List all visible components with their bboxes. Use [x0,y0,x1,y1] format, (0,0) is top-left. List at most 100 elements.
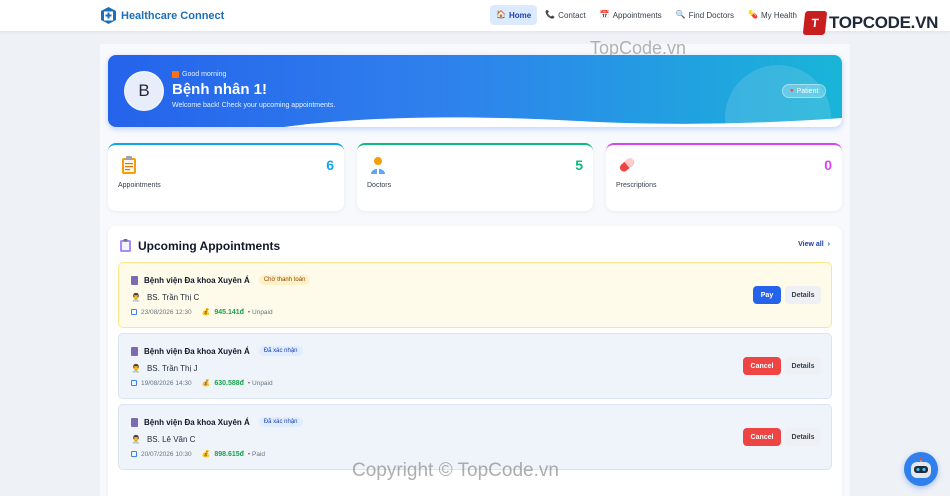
appointment-doctor: 👨‍⚕️ BS. Lê Văn C [131,435,195,444]
stat-card-doctors[interactable]: Doctors 5 [357,143,593,211]
appointment-doctor: 👨‍⚕️ BS. Trần Thị J [131,364,198,373]
stat-value: 5 [575,157,583,173]
stat-card-appointments[interactable]: Appointments 6 [108,143,344,211]
welcome-hero: B Good morning Bệnh nhân 1! Welcome back… [108,55,842,127]
hospital-icon [131,417,138,427]
view-all-link[interactable]: View all › [798,241,830,248]
appointment-meta: 20/07/2026 10:30 💰 898.615đ • Paid [131,450,265,458]
doctor-name: BS. Lê Văn C [146,435,196,444]
appointment-hospital: Bệnh viện Đa khoa Xuyên Á Đã xác nhận [131,417,303,427]
top-navbar: Healthcare Connect 🏠 Home 📞 Contact 📅 Ap… [0,0,950,35]
pay-button[interactable]: Pay [753,286,781,304]
watermark-copyright: Copyright © TopCode.vn [352,460,559,481]
section-title: Upcoming Appointments [138,239,281,253]
doctor-name: BS. Trần Thị J [146,364,198,373]
nav-find-doctors[interactable]: 🔍 Find Doctors [670,5,740,25]
status-badge: Đã xác nhận [258,417,303,427]
nav-contact-label: Contact [558,10,586,20]
stat-label: Doctors [367,182,392,189]
pill-icon [618,156,636,174]
details-button[interactable]: Details [785,428,821,446]
payment-status: • Unpaid [247,379,273,387]
doctor-name: BS. Trần Thị C [146,293,200,302]
nav-contact[interactable]: 📞 Contact [539,5,592,25]
topcode-shield-icon: T [802,11,828,35]
calendar-icon [131,309,137,315]
hospital-name: Bệnh viện Đa khoa Xuyên Á [144,275,250,285]
appointment-card[interactable]: Bệnh viện Đa khoa Xuyên Á Đã xác nhận 👨‍… [118,333,832,399]
chatbot-button[interactable] [904,452,938,486]
clipboard-icon [120,156,138,174]
money-bag-icon: 💰 [201,309,211,316]
greeting: Good morning [172,71,226,78]
doctor-icon: 👨‍⚕️ [131,364,141,373]
role-badge: ● Patient [782,84,827,98]
doctor-icon [369,156,387,174]
appointment-hospital: Bệnh viện Đa khoa Xuyên Á Chờ thanh toán [131,275,311,285]
nav-my-health[interactable]: 💊 My Health [742,5,803,25]
hospital-name: Bệnh viện Đa khoa Xuyên Á [144,417,250,427]
stat-card-prescriptions[interactable]: Prescriptions 0 [606,143,842,211]
doctor-icon: 👨‍⚕️ [131,293,141,302]
health-icon: 💊 [747,10,758,19]
nav-appointments-label: Appointments [612,10,662,20]
money-bag-icon: 💰 [201,380,211,387]
search-icon: 🔍 [675,10,686,19]
welcome-message: Welcome back! Check your upcoming appoin… [172,102,336,109]
doctor-icon: 👨‍⚕️ [131,435,141,444]
brand-name: Healthcare Connect [121,9,225,22]
details-button[interactable]: Details [785,357,821,375]
view-all-label: View all [798,241,824,248]
details-button[interactable]: Details [785,286,821,304]
clipboard-icon [120,239,131,252]
appointment-doctor: 👨‍⚕️ BS. Trần Thị C [131,293,199,302]
payment-status: • Unpaid [247,308,273,316]
hero-wave-decoration [284,117,842,127]
appointment-amount: 945.141đ [214,308,244,316]
appointment-datetime: 20/07/2026 10:30 [141,450,192,458]
payment-status: • Paid [247,450,266,458]
hospital-icon [131,275,138,285]
main-nav: 🏠 Home 📞 Contact 📅 Appointments 🔍 Find D… [490,5,803,25]
calendar-icon [131,451,137,457]
chevron-right-icon: › [827,241,830,248]
appointment-amount: 630.588đ [214,379,244,387]
stat-label: Appointments [118,182,161,189]
status-badge: Đã xác nhận [258,346,303,356]
stat-value: 6 [326,157,334,173]
brand[interactable]: Healthcare Connect [101,7,224,24]
nav-appointments[interactable]: 📅 Appointments [594,5,668,25]
cancel-button[interactable]: Cancel [743,357,781,375]
hospital-icon [131,346,138,356]
appointment-hospital: Bệnh viện Đa khoa Xuyên Á Đã xác nhận [131,346,303,356]
greeting-text: Good morning [182,71,227,78]
nav-home-label: Home [508,10,532,20]
hospital-logo-icon [101,7,116,24]
avatar[interactable]: B [124,71,164,111]
appointment-meta: 23/08/2026 12:30 💰 945.141đ • Unpaid [131,308,273,316]
cancel-button[interactable]: Cancel [743,428,781,446]
appointment-card[interactable]: Bệnh viện Đa khoa Xuyên Á Chờ thanh toán… [118,262,832,328]
status-badge: Chờ thanh toán [258,275,311,285]
stat-label: Prescriptions [616,182,657,189]
home-icon: 🏠 [496,10,506,19]
user-name: Bệnh nhân 1! [172,81,268,98]
topcode-watermark-logo: T TOPCODE.VN [802,11,939,35]
sun-icon [172,71,179,78]
hospital-name: Bệnh viện Đa khoa Xuyên Á [144,346,250,356]
patient-icon: ● [790,88,794,94]
appointment-meta: 19/08/2026 14:30 💰 630.588đ • Unpaid [131,379,273,387]
robot-icon [911,458,931,478]
calendar-icon [131,380,137,386]
topcode-logo-text: TOPCODE.VN [829,13,939,32]
nav-home[interactable]: 🏠 Home [490,5,538,25]
nav-my-health-label: My Health [760,10,797,20]
appointment-datetime: 23/08/2026 12:30 [141,308,192,316]
nav-find-doctors-label: Find Doctors [688,10,734,20]
money-bag-icon: 💰 [201,451,211,458]
appointment-amount: 898.615đ [214,450,244,458]
phone-icon: 📞 [545,10,556,19]
calendar-icon: 📅 [599,10,610,19]
role-label: Patient [796,87,819,95]
stat-value: 0 [824,157,832,173]
